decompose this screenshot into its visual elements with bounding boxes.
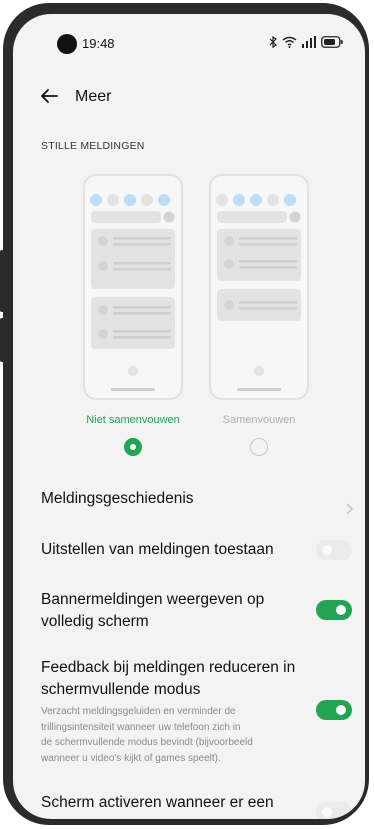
radio-not-collapsed[interactable]: [124, 438, 142, 456]
screen: 19:48 Meer STILLE MELDINGEN Niet samenvo…: [13, 14, 365, 819]
preview-not-collapsed[interactable]: [83, 174, 183, 400]
banner-fullscreen-toggle[interactable]: [316, 600, 352, 620]
setting-description-line: wanneer u video's kijkt of games speelt)…: [41, 752, 221, 764]
setting-title-line: schermvullende modus: [41, 681, 201, 698]
setting-description-line: Verzacht meldingsgeluiden en verminder d…: [41, 706, 236, 717]
setting-title-line: Feedback bij meldingen reduceren in: [41, 659, 296, 676]
front-camera: [57, 34, 77, 54]
page-title: Meer: [75, 88, 112, 105]
setting-title: Uitstellen van meldingen toestaan: [41, 541, 274, 558]
radio-collapsed[interactable]: [250, 438, 268, 456]
wifi-icon: [282, 36, 297, 48]
app-bar: Meer: [13, 76, 365, 116]
section-header: STILLE MELDINGEN: [41, 140, 145, 152]
back-arrow-icon[interactable]: [37, 84, 61, 108]
phone-frame: 19:48 Meer STILLE MELDINGEN Niet samenvo…: [3, 3, 369, 825]
toggle-knob: [322, 545, 332, 555]
setting-title: Meldingsgeschiedenis: [41, 490, 194, 507]
option-label-not-collapsed: Niet samenvouwen: [86, 414, 180, 426]
wake-screen-toggle[interactable]: [316, 802, 352, 819]
toggle-knob: [322, 807, 332, 817]
chevron-right-icon: [346, 503, 354, 515]
setting-description-line: trillingsintensiteit wanneer uw telefoon…: [41, 721, 241, 733]
toggle-knob: [336, 705, 346, 715]
phone-device: 19:48 Meer STILLE MELDINGEN Niet samenvo…: [0, 0, 374, 829]
status-icons: [269, 34, 343, 50]
setting-title-line: volledig scherm: [41, 613, 149, 630]
phone-mockup-not-collapsed: [83, 174, 183, 400]
reduce-feedback-toggle[interactable]: [316, 700, 352, 720]
preview-collapsed[interactable]: [209, 174, 309, 400]
status-time: 19:48: [82, 36, 115, 51]
option-label-collapsed: Samenvouwen: [222, 414, 296, 426]
phone-mockup-collapsed: [209, 174, 309, 400]
toggle-knob: [336, 605, 346, 615]
setting-title: Scherm activeren wanneer er een: [41, 794, 274, 811]
snooze-toggle[interactable]: [316, 540, 352, 560]
setting-description-line: de schermvullende modus bevindt (bijvoor…: [41, 737, 253, 748]
battery-icon: [321, 36, 343, 48]
setting-title-line: Bannermeldingen weergeven op: [41, 591, 265, 608]
bluetooth-icon: [269, 36, 277, 48]
signal-icon: [302, 36, 316, 48]
status-bar: 19:48: [13, 14, 365, 58]
